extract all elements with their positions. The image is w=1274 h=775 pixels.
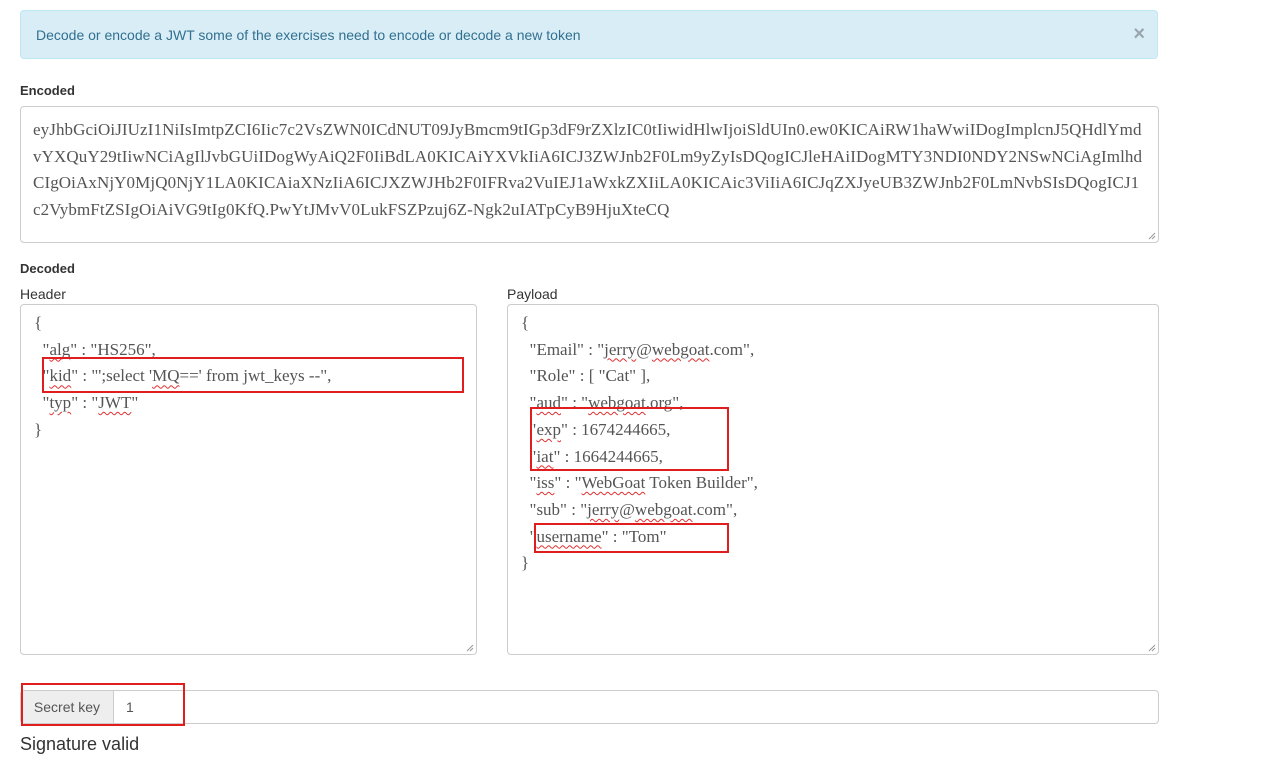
encoded-token-textarea[interactable]: eyJhbGciOiJIUzI1NiIsImtpZCI6Iic7c2VsZWN0…	[20, 106, 1159, 243]
signature-status: Signature valid	[20, 734, 140, 754]
close-icon[interactable]: ×	[1133, 23, 1145, 45]
secret-key-addon: Secret key	[21, 691, 114, 723]
decoded-label: Decoded	[20, 261, 75, 276]
json-line: "sub" : "jerry@webgoat.com",	[521, 499, 738, 519]
json-line: "Email" : "jerry@webgoat.com",	[521, 339, 755, 359]
encoded-label: Encoded	[20, 83, 75, 98]
json-line: "aud" : "webgoat.org",	[521, 393, 684, 413]
header-textarea[interactable]: { "alg" : "HS256", "kid" : "';select 'MQ…	[20, 304, 477, 655]
json-line: "iat" : 1664244665,	[521, 446, 663, 466]
secret-key-input[interactable]	[114, 691, 1158, 723]
json-line: "username" : "Tom"	[521, 526, 667, 546]
json-line: {	[34, 313, 43, 332]
resize-handle-icon[interactable]	[466, 644, 474, 652]
payload-label: Payload	[507, 286, 558, 302]
json-line: "Role" : [ "Cat" ],	[521, 366, 651, 386]
json-line: "alg" : "HS256",	[34, 339, 156, 359]
resize-handle-icon[interactable]	[1148, 232, 1156, 240]
json-line: "typ" : "JWT"	[34, 393, 139, 413]
encoded-token-text: eyJhbGciOiJIUzI1NiIsImtpZCI6Iic7c2VsZWN0…	[33, 120, 1143, 219]
json-line: }	[521, 553, 530, 573]
json-line: "kid" : "';select 'MQ==' from jwt_keys -…	[34, 366, 332, 386]
resize-handle-icon[interactable]	[1148, 644, 1156, 652]
info-alert: Decode or encode a JWT some of the exerc…	[20, 10, 1158, 59]
payload-textarea[interactable]: { "Email" : "jerry@webgoat.com", "Role" …	[507, 304, 1159, 655]
header-label: Header	[20, 286, 66, 302]
json-line: "iss" : "WebGoat Token Builder",	[521, 473, 758, 493]
json-line: }	[34, 419, 43, 439]
json-line: "exp" : 1674244665,	[521, 419, 671, 439]
alert-message: Decode or encode a JWT some of the exerc…	[36, 27, 581, 43]
secret-key-group: Secret key	[20, 690, 1159, 724]
json-line: {	[521, 313, 530, 332]
